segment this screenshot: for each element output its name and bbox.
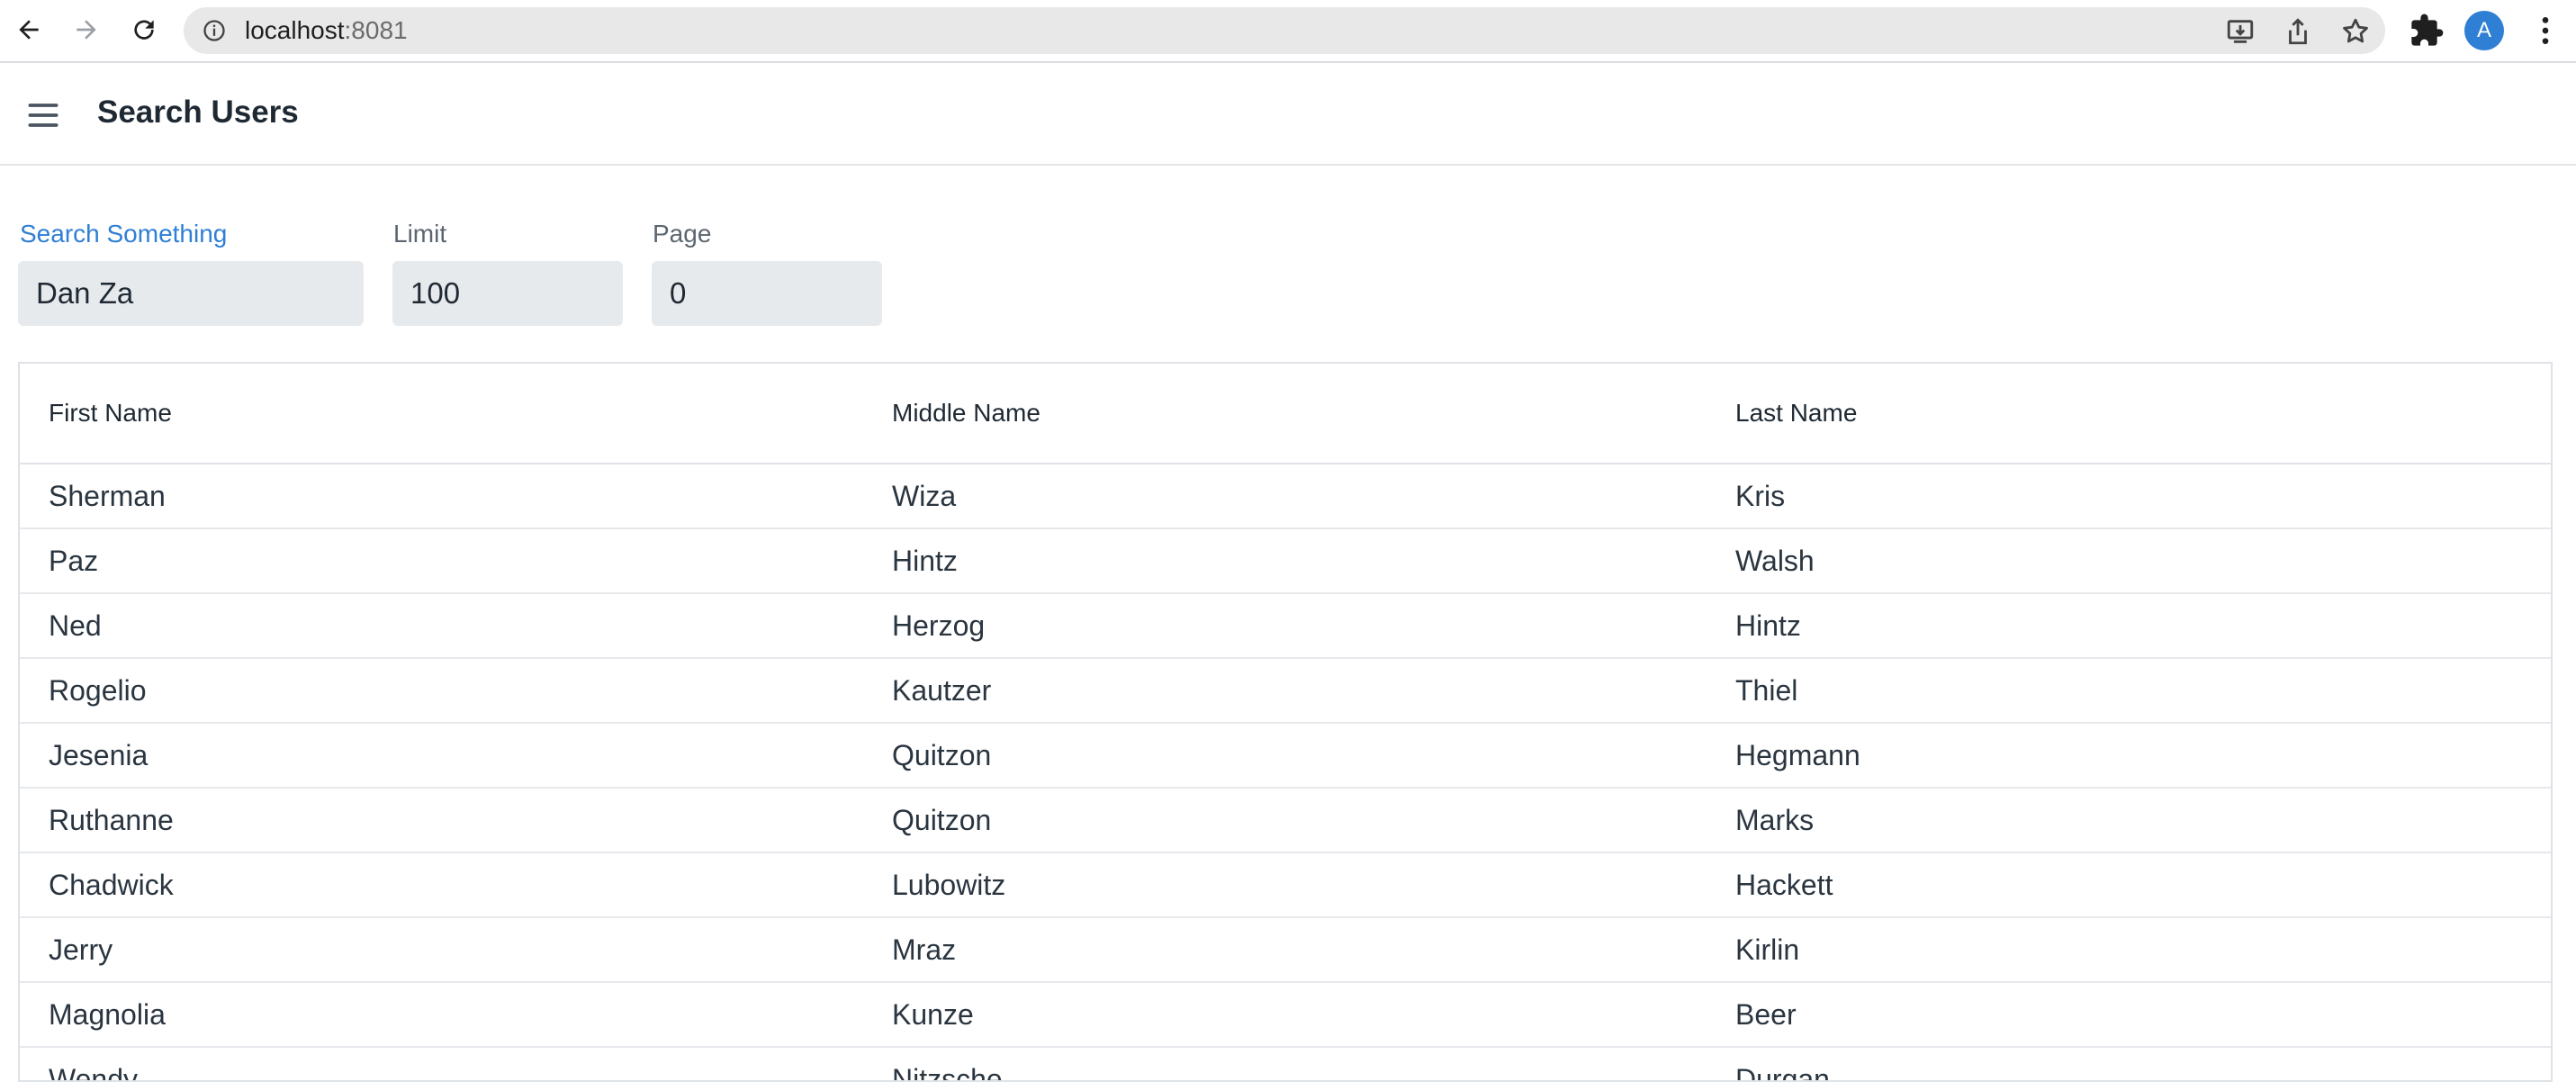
hamburger-icon[interactable] <box>23 95 63 135</box>
page-input[interactable] <box>652 261 882 326</box>
first-name-cell: Jesenia <box>20 723 863 789</box>
url-port: :8081 <box>344 16 408 44</box>
middle-name-cell: Quitzon <box>863 788 1707 853</box>
last-name-cell: Hackett <box>1707 852 2551 918</box>
first-name-cell: Paz <box>20 528 863 594</box>
middle-name-cell: Wiza <box>863 464 1707 529</box>
page-title: Search Users <box>97 95 299 130</box>
middle-name-cell: Hintz <box>863 528 1707 594</box>
address-bar[interactable]: localhost:8081 <box>184 7 2385 54</box>
users-table: First Name Middle Name Last Name Sherman… <box>18 362 2553 1082</box>
table-row[interactable]: Magnolia Kunze Beer <box>20 982 2551 1048</box>
search-input[interactable] <box>18 261 364 326</box>
url-text: localhost:8081 <box>245 17 408 44</box>
middle-name-cell: Kautzer <box>863 658 1707 724</box>
install-icon[interactable] <box>2225 16 2256 47</box>
middle-name-cell: Quitzon <box>863 723 1707 789</box>
browser-toolbar: localhost:8081 A <box>0 0 2576 63</box>
first-name-cell: Sherman <box>20 464 863 529</box>
table-row[interactable]: Ruthanne Quitzon Marks <box>20 788 2551 853</box>
last-name-cell: Hintz <box>1707 593 2551 659</box>
info-icon[interactable] <box>202 18 227 43</box>
share-icon[interactable] <box>2283 16 2313 47</box>
first-name-cell: Ruthanne <box>20 788 863 853</box>
table-row[interactable]: Wendy Nitzsche Durgan <box>20 1047 2551 1080</box>
first-name-cell: Wendy <box>20 1047 863 1080</box>
last-name-cell: Beer <box>1707 982 2551 1048</box>
column-header-middle-name[interactable]: Middle Name <box>863 364 1707 464</box>
back-arrow-icon[interactable] <box>11 12 47 48</box>
last-name-cell: Marks <box>1707 788 2551 853</box>
star-icon[interactable] <box>2340 16 2371 47</box>
middle-name-cell: Nitzsche <box>863 1047 1707 1080</box>
middle-name-cell: Kunze <box>863 982 1707 1048</box>
reload-icon[interactable] <box>126 12 162 48</box>
forward-arrow-icon[interactable] <box>68 12 104 48</box>
extensions-icon[interactable] <box>2409 13 2445 49</box>
table-row[interactable]: Jerry Mraz Kirlin <box>20 917 2551 983</box>
app-header: Search Users <box>0 65 2576 166</box>
last-name-cell: Durgan <box>1707 1047 2551 1080</box>
last-name-cell: Kris <box>1707 464 2551 529</box>
limit-label: Limit <box>393 220 447 248</box>
column-header-last-name[interactable]: Last Name <box>1707 364 2551 464</box>
middle-name-cell: Mraz <box>863 917 1707 983</box>
table-row[interactable]: Rogelio Kautzer Thiel <box>20 658 2551 724</box>
first-name-cell: Rogelio <box>20 658 863 724</box>
table-header-row: First Name Middle Name Last Name <box>20 364 2551 464</box>
first-name-cell: Ned <box>20 593 863 659</box>
middle-name-cell: Lubowitz <box>863 852 1707 918</box>
last-name-cell: Hegmann <box>1707 723 2551 789</box>
last-name-cell: Walsh <box>1707 528 2551 594</box>
last-name-cell: Kirlin <box>1707 917 2551 983</box>
last-name-cell: Thiel <box>1707 658 2551 724</box>
middle-name-cell: Herzog <box>863 593 1707 659</box>
page-label: Page <box>653 220 712 248</box>
column-header-first-name[interactable]: First Name <box>20 364 863 464</box>
table-row[interactable]: Paz Hintz Walsh <box>20 528 2551 594</box>
kebab-menu-icon[interactable] <box>2527 13 2563 49</box>
limit-input[interactable] <box>392 261 623 326</box>
profile-avatar[interactable]: A <box>2464 11 2504 50</box>
first-name-cell: Magnolia <box>20 982 863 1048</box>
table-row[interactable]: Sherman Wiza Kris <box>20 464 2551 529</box>
table-row[interactable]: Ned Herzog Hintz <box>20 593 2551 659</box>
table-row[interactable]: Jesenia Quitzon Hegmann <box>20 723 2551 789</box>
first-name-cell: Chadwick <box>20 852 863 918</box>
url-host: localhost <box>245 16 345 44</box>
search-label: Search Something <box>20 220 228 248</box>
table-row[interactable]: Chadwick Lubowitz Hackett <box>20 852 2551 918</box>
first-name-cell: Jerry <box>20 917 863 983</box>
